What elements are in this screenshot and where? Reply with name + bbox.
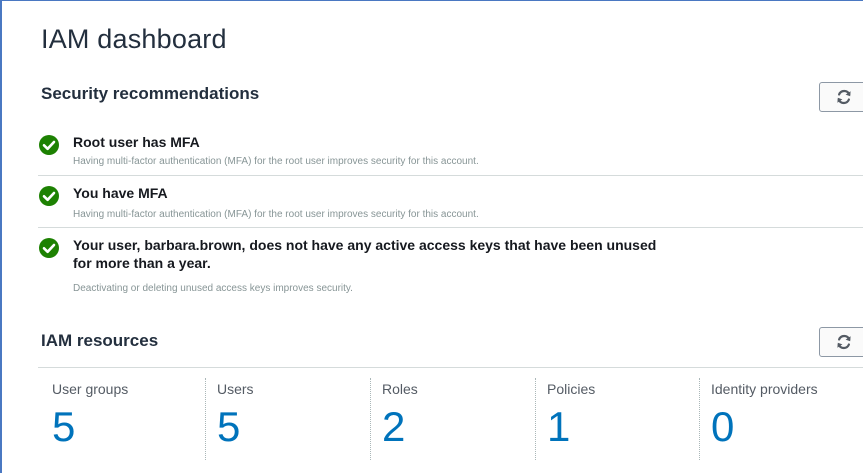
divider bbox=[38, 227, 863, 228]
check-circle-icon bbox=[39, 238, 59, 258]
column-separator bbox=[699, 378, 701, 460]
resource-label: Users bbox=[217, 381, 254, 397]
divider bbox=[38, 175, 863, 176]
resource-label: Policies bbox=[547, 381, 596, 397]
resource-label: User groups bbox=[52, 381, 129, 397]
check-circle-icon bbox=[39, 135, 59, 155]
iam-resources-title: IAM resources bbox=[41, 331, 159, 350]
recommendation-description: Having multi-factor authentication (MFA)… bbox=[73, 209, 479, 220]
recommendation-title: Your user, barbara.brown, does not have … bbox=[73, 237, 657, 271]
security-recommendations-title: Security recommendations bbox=[41, 84, 260, 103]
resource-users: Users 5 bbox=[217, 380, 254, 460]
column-separator bbox=[205, 378, 207, 460]
recommendation-description: Having multi-factor authentication (MFA)… bbox=[73, 156, 479, 167]
recommendation-title: You have MFA bbox=[73, 185, 168, 201]
resource-user-groups: User groups 5 bbox=[52, 380, 128, 460]
resource-roles: Roles 2 bbox=[382, 380, 418, 460]
check-circle-icon bbox=[39, 186, 59, 206]
resource-policies: Policies 1 bbox=[547, 380, 595, 460]
resource-label: Identity providers bbox=[711, 381, 818, 397]
resource-identity-providers: Identity providers 0 bbox=[711, 380, 818, 460]
resource-count-link[interactable]: 5 bbox=[52, 404, 128, 450]
column-separator bbox=[535, 378, 537, 460]
resource-count-link[interactable]: 5 bbox=[217, 404, 254, 450]
resource-label: Roles bbox=[382, 381, 418, 397]
resource-count-link[interactable]: 0 bbox=[711, 404, 818, 450]
column-separator bbox=[370, 378, 372, 460]
refresh-icon bbox=[837, 334, 851, 350]
recommendation-title: Root user has MFA bbox=[73, 134, 200, 150]
recommendation-description: Deactivating or deleting unused access k… bbox=[73, 283, 353, 294]
resources-refresh-button[interactable] bbox=[819, 327, 863, 357]
refresh-icon bbox=[837, 89, 851, 105]
resource-count-link[interactable]: 2 bbox=[382, 404, 418, 450]
security-refresh-button[interactable] bbox=[819, 82, 863, 112]
page-title: IAM dashboard bbox=[41, 24, 227, 54]
divider bbox=[38, 367, 863, 368]
resource-count-link[interactable]: 1 bbox=[547, 404, 595, 450]
